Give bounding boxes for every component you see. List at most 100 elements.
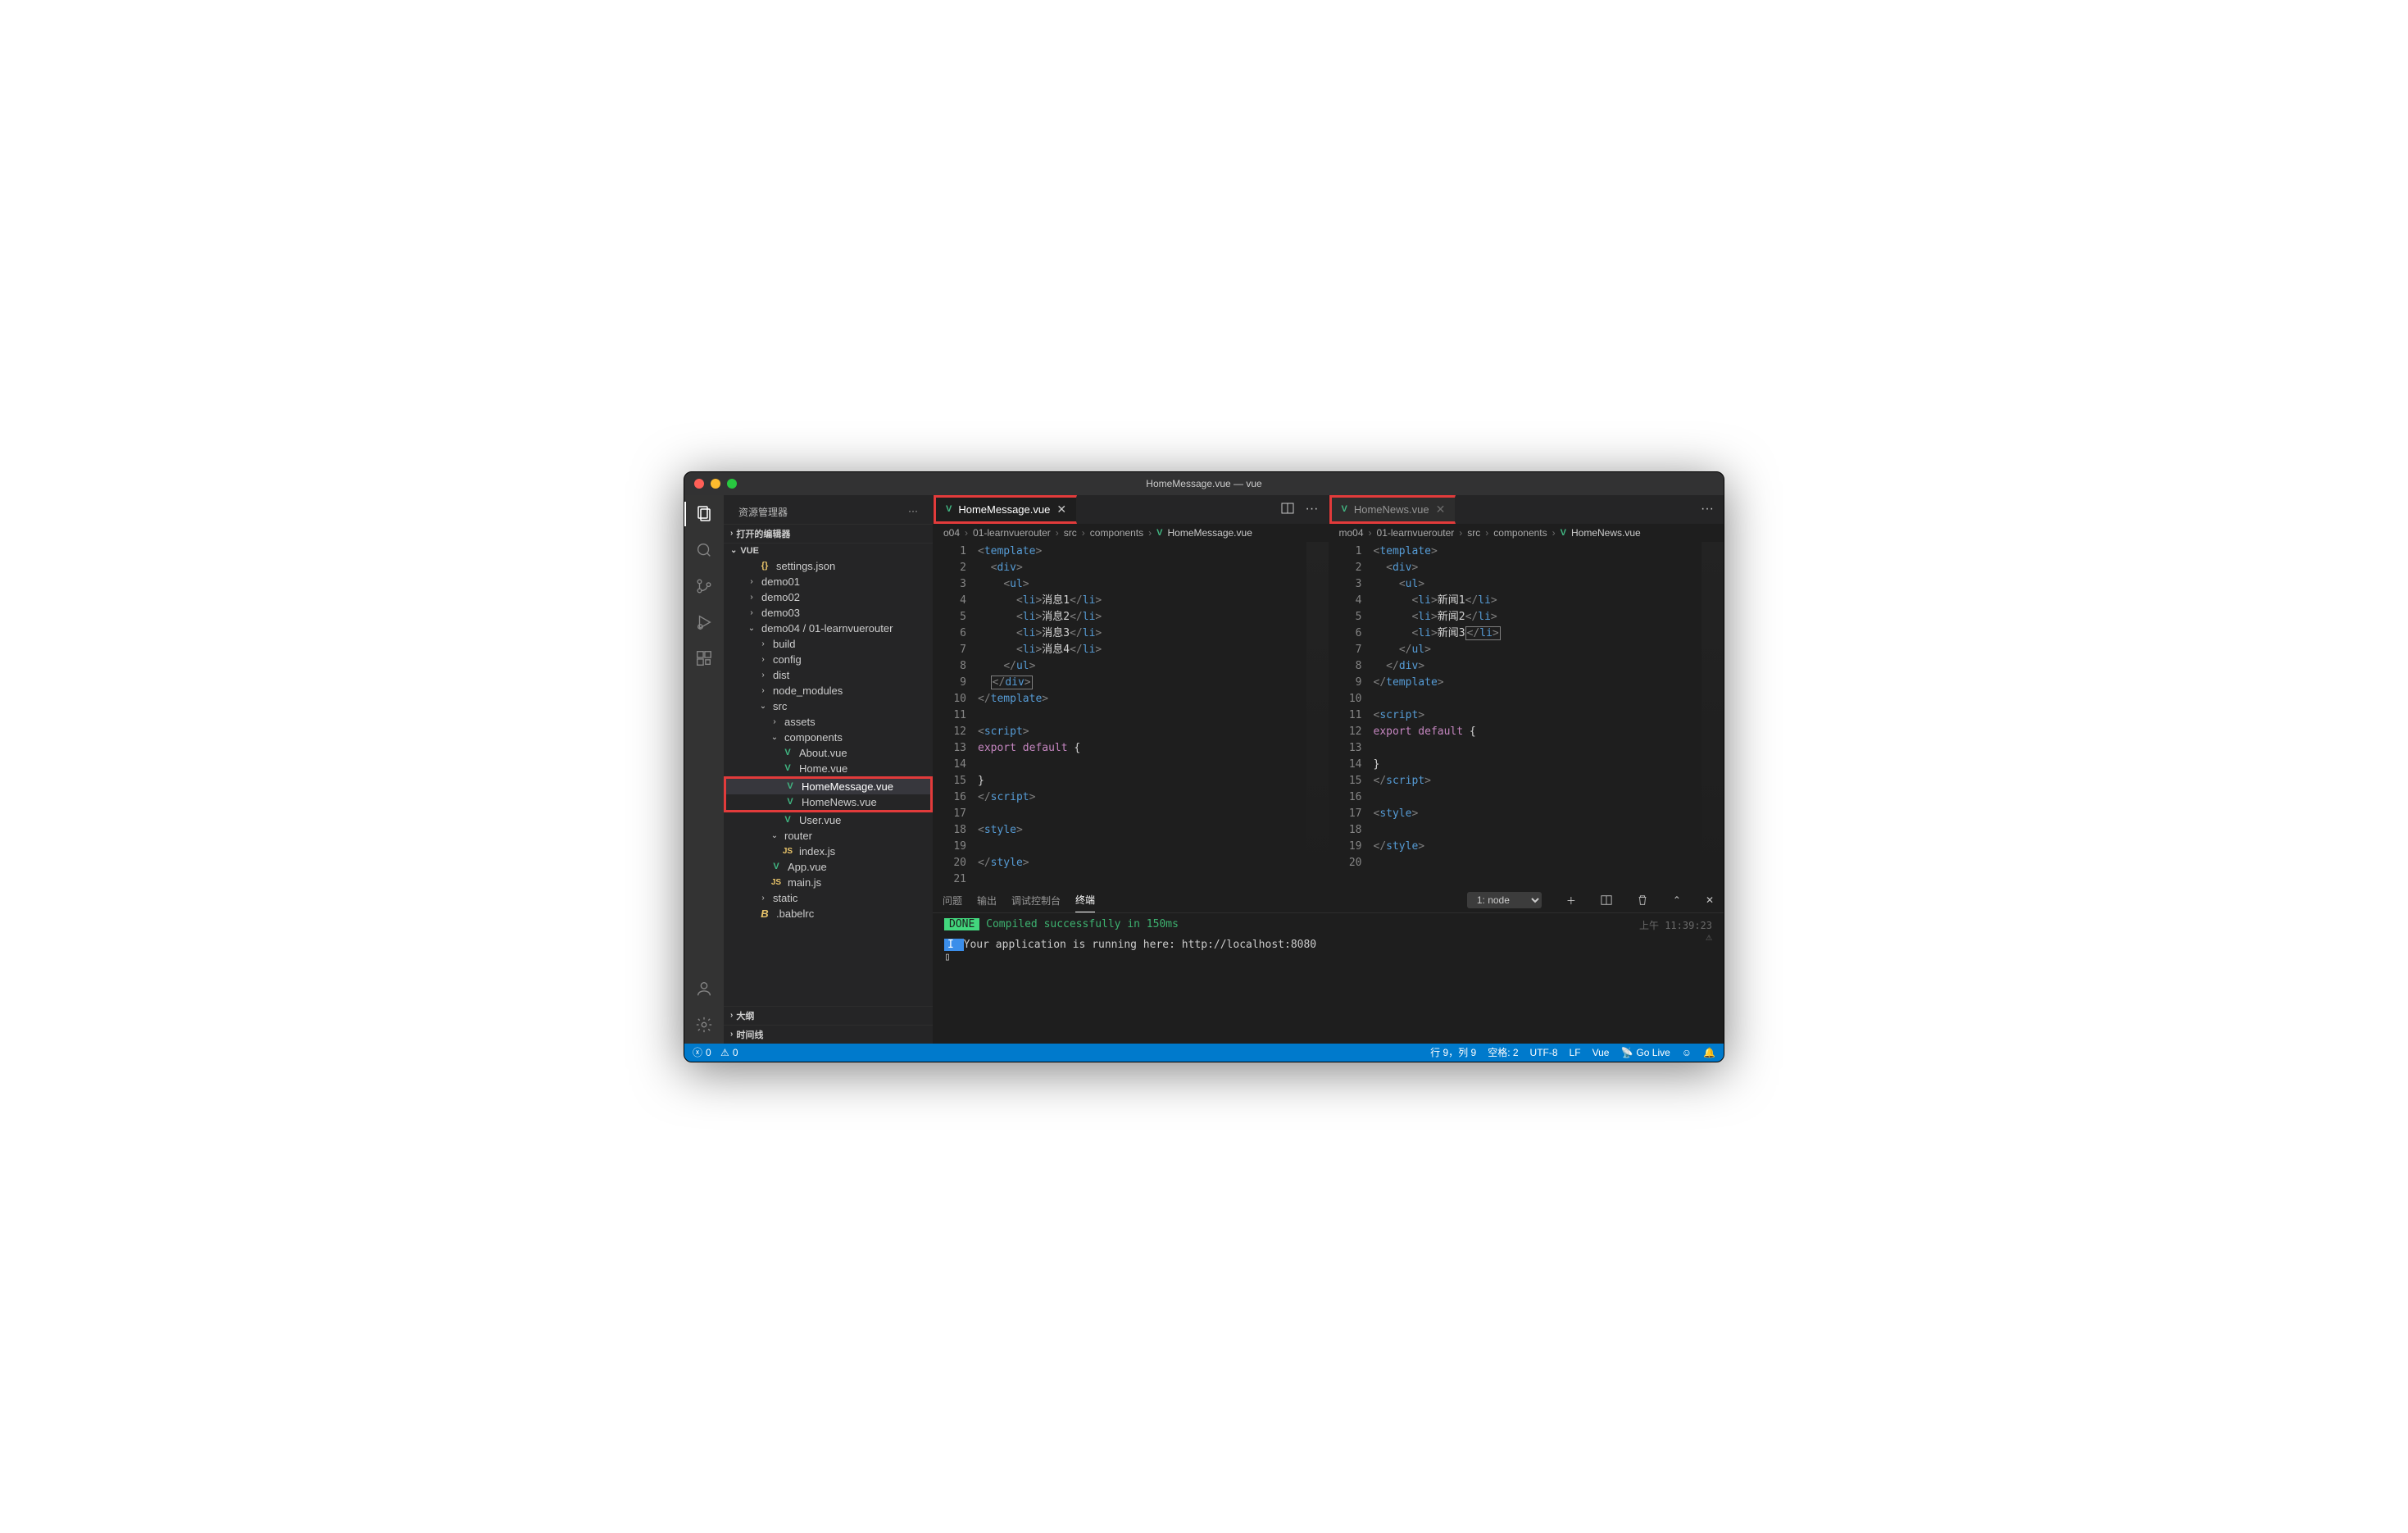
extensions-icon[interactable] <box>693 648 715 669</box>
panel-tab-terminal[interactable]: 终端 <box>1075 888 1095 912</box>
status-eol[interactable]: LF <box>1570 1047 1581 1058</box>
run-debug-icon[interactable] <box>693 612 715 633</box>
folder-static[interactable]: ›static <box>724 890 933 906</box>
new-terminal-icon[interactable]: ＋ <box>1566 894 1576 908</box>
panel-tab-debug[interactable]: 调试控制台 <box>1011 889 1061 912</box>
error-icon: ⓧ <box>693 1045 702 1059</box>
file-settings-json[interactable]: {}settings.json <box>724 558 933 574</box>
account-icon[interactable] <box>693 978 715 999</box>
breadcrumb-left[interactable]: o04› 01-learnvuerouter› src› components›… <box>934 524 1329 542</box>
terminal-selector[interactable]: 1: node <box>1467 892 1542 908</box>
settings-gear-icon[interactable] <box>693 1014 715 1035</box>
section-timeline[interactable]: ›时间线 <box>724 1025 933 1044</box>
close-tab-icon[interactable]: ✕ <box>1056 503 1066 516</box>
code-right[interactable]: <template> <div> <ul> <li>新闻1</li> <li>新… <box>1374 542 1702 888</box>
maximize-window-button[interactable] <box>727 479 737 489</box>
status-feedback-icon[interactable]: ☺ <box>1682 1047 1692 1058</box>
status-encoding[interactable]: UTF-8 <box>1530 1047 1558 1058</box>
code-left[interactable]: <template> <div> <ul> <li>消息1</li> <li>消… <box>978 542 1306 888</box>
kill-terminal-icon[interactable] <box>1637 894 1648 906</box>
file-about-vue[interactable]: VAbout.vue <box>724 745 933 761</box>
sidebar-title: 资源管理器 <box>738 505 788 519</box>
status-language[interactable]: Vue <box>1592 1047 1610 1058</box>
status-cursor-position[interactable]: 行 9，列 9 <box>1430 1045 1476 1059</box>
gutter-right: 1234567891011121314151617181920 <box>1329 542 1374 888</box>
status-errors[interactable]: ⓧ0 ⚠0 <box>693 1045 738 1059</box>
gutter-left: 123456789101112131415161718192021 <box>934 542 978 888</box>
folder-build[interactable]: ›build <box>724 636 933 652</box>
status-bar: ⓧ0 ⚠0 行 9，列 9 空格: 2 UTF-8 LF Vue 📡Go Liv… <box>684 1044 1724 1062</box>
folder-src[interactable]: ⌄src <box>724 698 933 714</box>
warning-icon: ⚠ <box>720 1047 729 1058</box>
vue-icon: V <box>781 763 794 773</box>
babel-icon: B <box>758 908 771 920</box>
vue-icon: V <box>784 797 797 807</box>
file-tree: {}settings.json ›demo01 ›demo02 ›demo03 … <box>724 558 933 1006</box>
file-babelrc[interactable]: B.babelrc <box>724 906 933 921</box>
folder-components[interactable]: ⌄components <box>724 730 933 745</box>
editor-left[interactable]: 123456789101112131415161718192021 <templ… <box>934 542 1329 888</box>
minimap-right[interactable] <box>1701 542 1724 888</box>
folder-demo01[interactable]: ›demo01 <box>724 574 933 589</box>
js-icon: JS <box>781 847 794 856</box>
window-frame: HomeMessage.vue — vue <box>684 471 1724 1062</box>
section-open-editors[interactable]: ›打开的编辑器 <box>724 524 933 543</box>
file-homenews-vue[interactable]: VHomeNews.vue <box>726 794 930 810</box>
file-home-vue[interactable]: VHome.vue <box>724 761 933 776</box>
close-window-button[interactable] <box>694 479 704 489</box>
highlight-sidebar-files: VHomeMessage.vue VHomeNews.vue <box>724 776 933 812</box>
tab-label: HomeMessage.vue <box>958 503 1050 516</box>
status-bell-icon[interactable]: 🔔 <box>1703 1047 1715 1058</box>
tab-label: HomeNews.vue <box>1354 503 1429 516</box>
folder-demo02[interactable]: ›demo02 <box>724 589 933 605</box>
terminal-content[interactable]: DONE Compiled successfully in 150ms I Yo… <box>933 913 1724 1044</box>
folder-assets[interactable]: ›assets <box>724 714 933 730</box>
editor-right[interactable]: 1234567891011121314151617181920 <templat… <box>1329 542 1724 888</box>
file-main-js[interactable]: JSmain.js <box>724 875 933 890</box>
minimap-left[interactable] <box>1306 542 1329 888</box>
vue-icon: V <box>1342 504 1347 514</box>
more-actions-icon[interactable]: ··· <box>1306 502 1319 516</box>
explorer-sidebar: 资源管理器 ··· ›打开的编辑器 ⌄VUE {}settings.json ›… <box>724 495 933 1044</box>
panel-tab-output[interactable]: 输出 <box>977 889 997 912</box>
folder-dist[interactable]: ›dist <box>724 667 933 683</box>
breadcrumb-right[interactable]: mo04› 01-learnvuerouter› src› components… <box>1329 524 1724 542</box>
vue-icon: V <box>781 748 794 757</box>
json-icon: {} <box>758 561 771 571</box>
split-editor-icon[interactable] <box>1281 502 1294 516</box>
tab-homemessage[interactable]: V HomeMessage.vue ✕ <box>934 495 1077 524</box>
file-app-vue[interactable]: VApp.vue <box>724 859 933 875</box>
more-icon[interactable]: ··· <box>908 505 918 519</box>
panel-tab-problems[interactable]: 问题 <box>943 889 962 912</box>
folder-demo03[interactable]: ›demo03 <box>724 605 933 621</box>
file-user-vue[interactable]: VUser.vue <box>724 812 933 828</box>
folder-config[interactable]: ›config <box>724 652 933 667</box>
minimize-window-button[interactable] <box>711 479 720 489</box>
section-outline[interactable]: ›大纲 <box>724 1006 933 1025</box>
vue-icon: V <box>946 504 952 514</box>
close-panel-icon[interactable]: ✕ <box>1706 894 1714 906</box>
file-index-js[interactable]: JSindex.js <box>724 844 933 859</box>
split-terminal-icon[interactable] <box>1601 894 1612 906</box>
folder-demo04[interactable]: ⌄demo04 / 01-learnvuerouter <box>724 621 933 636</box>
status-golive[interactable]: 📡Go Live <box>1620 1047 1670 1058</box>
section-workspace[interactable]: ⌄VUE <box>724 543 933 558</box>
folder-node-modules[interactable]: ›node_modules <box>724 683 933 698</box>
sidebar-header: 资源管理器 ··· <box>724 495 933 524</box>
panel-tabs: 问题 输出 调试控制台 终端 1: node ＋ ⌃ ✕ <box>933 889 1724 913</box>
done-badge: DONE <box>944 918 979 930</box>
tabs-right: V HomeNews.vue ✕ ··· <box>1329 495 1724 524</box>
close-tab-icon[interactable]: ✕ <box>1436 503 1446 516</box>
source-control-icon[interactable] <box>693 575 715 597</box>
search-icon[interactable] <box>693 539 715 561</box>
status-indent[interactable]: 空格: 2 <box>1488 1045 1518 1059</box>
maximize-panel-icon[interactable]: ⌃ <box>1673 894 1681 906</box>
file-homemessage-vue[interactable]: VHomeMessage.vue <box>726 779 930 794</box>
more-actions-icon[interactable]: ··· <box>1701 502 1714 516</box>
main-area: V HomeMessage.vue ✕ ··· o04› 01-learnvue… <box>933 495 1724 1044</box>
folder-router[interactable]: ⌄router <box>724 828 933 844</box>
explorer-icon[interactable] <box>693 503 715 525</box>
tab-homenews[interactable]: V HomeNews.vue ✕ <box>1329 495 1456 524</box>
editor-group-left: V HomeMessage.vue ✕ ··· o04› 01-learnvue… <box>933 495 1329 888</box>
editors-row: V HomeMessage.vue ✕ ··· o04› 01-learnvue… <box>933 495 1724 888</box>
